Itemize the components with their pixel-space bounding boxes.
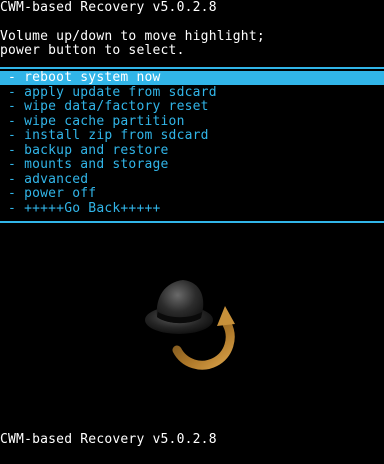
menu-item-advanced[interactable]: - advanced xyxy=(0,173,384,187)
instruction-line-2: power button to select. xyxy=(0,43,185,58)
menu-top-divider xyxy=(0,67,384,69)
menu-item-backup-and-restore[interactable]: - backup and restore xyxy=(0,144,384,158)
menu-item-reboot-system-now[interactable]: - reboot system now xyxy=(0,71,384,85)
menu-item-wipe-cache-partition[interactable]: - wipe cache partition xyxy=(0,115,384,129)
clockworkmod-top-hat-icon xyxy=(145,280,235,370)
menu-item-power-off[interactable]: - power off xyxy=(0,187,384,201)
menu-bottom-divider xyxy=(0,221,384,223)
menu-item-apply-update-from-sdcard[interactable]: - apply update from sdcard xyxy=(0,86,384,100)
recovery-title: CWM-based Recovery v5.0.2.8 xyxy=(0,0,217,15)
footer-status: CWM-based Recovery v5.0.2.8 xyxy=(0,432,217,447)
instruction-line-1: Volume up/down to move highlight; xyxy=(0,29,265,44)
menu-item-mounts-and-storage[interactable]: - mounts and storage xyxy=(0,158,384,172)
menu-item-go-back[interactable]: - +++++Go Back+++++ xyxy=(0,202,384,216)
menu-item-wipe-data-factory-reset[interactable]: - wipe data/factory reset xyxy=(0,100,384,114)
recovery-menu: - reboot system now - apply update from … xyxy=(0,67,384,223)
menu-item-install-zip-from-sdcard[interactable]: - install zip from sdcard xyxy=(0,129,384,143)
